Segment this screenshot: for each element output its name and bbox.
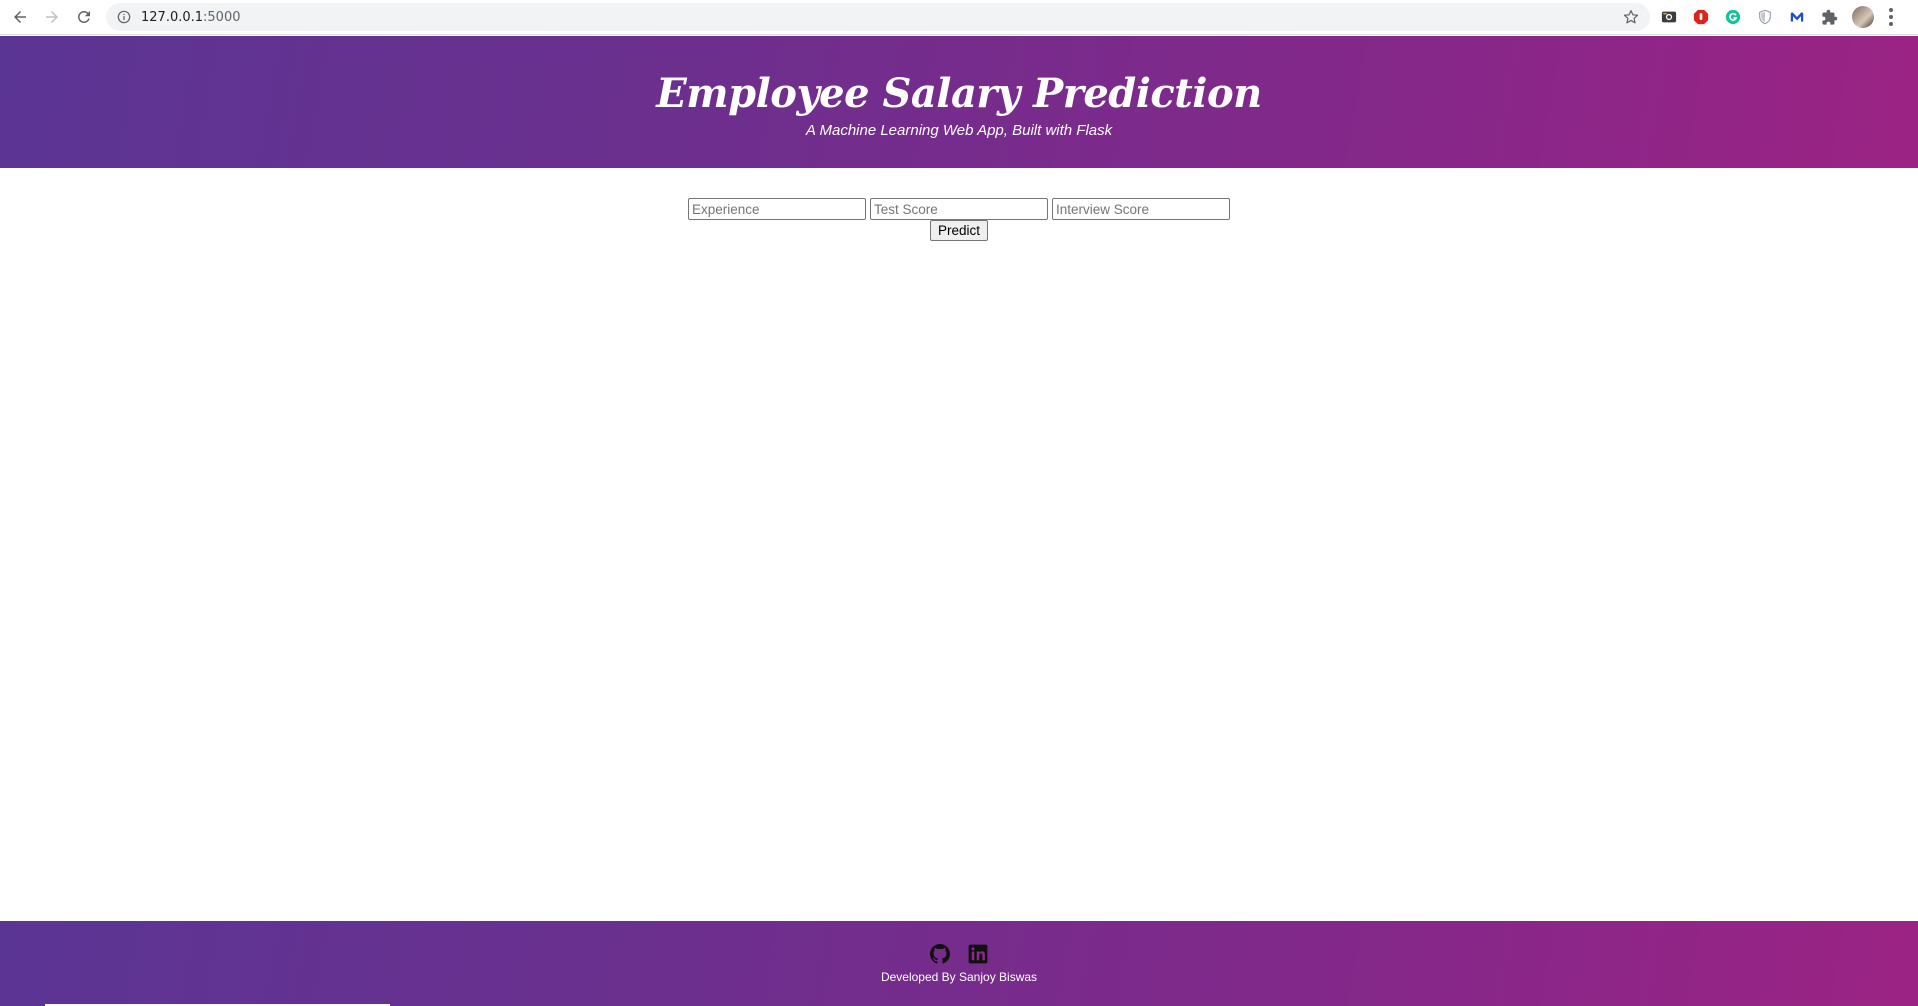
experience-input[interactable] [688, 198, 866, 220]
camera-extension-icon[interactable] [1660, 8, 1678, 26]
puzzle-extensions-icon[interactable] [1820, 8, 1838, 26]
developer-credit: Developed By Sanjoy Biswas [880, 970, 1038, 984]
browser-toolbar: 127.0.0.1:5000 [0, 0, 1918, 35]
url-port: :5000 [203, 9, 241, 25]
arrow-left-icon [14, 11, 26, 23]
back-button[interactable] [4, 1, 36, 33]
address-bar[interactable]: 127.0.0.1:5000 [106, 3, 1650, 31]
social-links [0, 944, 1918, 964]
url-text: 127.0.0.1:5000 [141, 10, 241, 25]
malwarebytes-extension-icon[interactable] [1788, 8, 1806, 26]
page-header: Employee Salary Prediction A Machine Lea… [0, 36, 1918, 168]
reload-icon [77, 10, 90, 23]
profile-avatar[interactable] [1852, 6, 1874, 28]
test-score-input[interactable] [870, 198, 1048, 220]
shield-extension-icon[interactable] [1756, 8, 1774, 26]
url-host: 127.0.0.1 [141, 9, 204, 25]
page-title: Employee Salary Prediction [656, 70, 1262, 117]
arrow-right-icon [46, 11, 58, 23]
reload-button[interactable] [68, 1, 100, 33]
page-footer: Developed By Sanjoy Biswas [0, 921, 1918, 1006]
adblock-extension-icon[interactable] [1692, 8, 1710, 26]
github-icon[interactable] [930, 944, 950, 964]
prediction-form: Predict [0, 198, 1918, 241]
grammarly-extension-icon[interactable] [1724, 8, 1742, 26]
info-icon[interactable] [116, 9, 132, 25]
page-subtitle: A Machine Learning Web App, Built with F… [805, 122, 1113, 139]
extensions-area [1660, 5, 1894, 29]
form-inputs [0, 198, 1918, 220]
bookmark-star-icon[interactable] [1622, 8, 1640, 26]
predict-button[interactable]: Predict [929, 220, 989, 241]
browser-menu-icon[interactable] [1888, 8, 1894, 26]
linkedin-icon[interactable] [968, 944, 988, 964]
forward-button[interactable] [36, 1, 68, 33]
interview-score-input[interactable] [1052, 198, 1230, 220]
